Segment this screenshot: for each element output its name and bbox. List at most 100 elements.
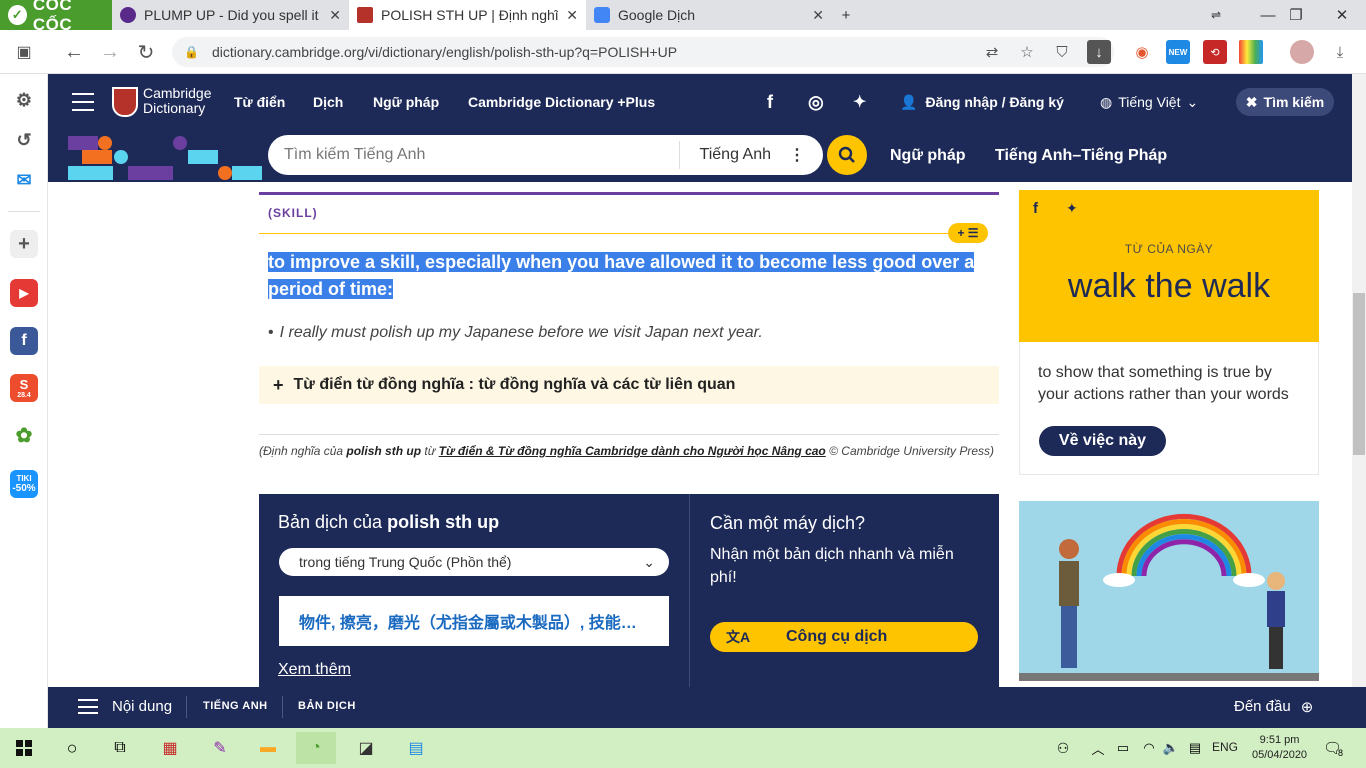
- notification-center-icon[interactable]: 🗨 8: [1316, 732, 1350, 764]
- google-translate-favicon-icon: [594, 7, 610, 23]
- credit-mid: từ: [421, 444, 439, 458]
- shield-icon[interactable]: ⛉: [1050, 40, 1074, 64]
- facebook-icon[interactable]: f: [10, 327, 38, 355]
- site-logo[interactable]: Cambridge Dictionary: [143, 86, 211, 116]
- close-tab-icon[interactable]: ✕: [812, 7, 824, 24]
- tray-chevron-up-icon[interactable]: ︿: [1086, 732, 1110, 764]
- close-tab-icon[interactable]: ✕: [566, 7, 578, 24]
- extension-new-icon[interactable]: NEW: [1166, 40, 1190, 64]
- messenger-icon[interactable]: ✉: [10, 166, 38, 194]
- tab-favicon-icon: [120, 7, 136, 23]
- search-input[interactable]: Tìm kiếm Tiếng Anh Tiếng Anh ⋮: [268, 135, 823, 175]
- clock-date: 05/04/2020: [1252, 749, 1308, 761]
- paint-app-icon[interactable]: ✎: [200, 732, 240, 764]
- contents-menu-icon[interactable]: [78, 699, 98, 714]
- shopee-bag-icon: S: [19, 377, 29, 392]
- shopee-icon[interactable]: S 28.4: [10, 374, 38, 402]
- new-tab-button[interactable]: +: [826, 0, 866, 30]
- extension-red-icon[interactable]: ⟲: [1203, 40, 1227, 64]
- thesaurus-expander[interactable]: + Từ điển từ đồng nghĩa : từ đồng nghĩa v…: [259, 366, 999, 404]
- tab-english[interactable]: TIẾNG ANH: [203, 700, 268, 712]
- youtube-icon[interactable]: ▶: [10, 279, 38, 307]
- sense-divider: [259, 233, 959, 234]
- download-page-icon[interactable]: ↓: [1087, 40, 1111, 64]
- logo-line-1: Cambridge: [143, 85, 212, 101]
- bookmark-star-icon[interactable]: ☆: [1015, 40, 1039, 64]
- tab-polish-sth-up[interactable]: POLISH STH UP | Định nghĩa t ✕: [349, 0, 586, 30]
- hamburger-menu-icon[interactable]: [72, 93, 94, 111]
- nav-plus[interactable]: Cambridge Dictionary +Plus: [468, 74, 655, 130]
- credit-divider: [259, 434, 999, 435]
- add-app-icon[interactable]: +: [10, 230, 38, 258]
- back-to-top-link[interactable]: Đến đầu ⊕: [1234, 698, 1313, 716]
- facebook-share-icon[interactable]: f: [1033, 200, 1038, 217]
- nav-tu-dien[interactable]: Từ điển: [234, 74, 285, 130]
- bar-divider: [282, 696, 283, 718]
- sidebar-toggle-icon[interactable]: ▣: [10, 38, 38, 66]
- volume-icon[interactable]: 🔈: [1158, 732, 1184, 764]
- cortana-search-icon[interactable]: ○: [52, 732, 92, 764]
- extension-grid-icon[interactable]: [1239, 40, 1263, 64]
- keyboard-icon[interactable]: ▤: [1182, 732, 1208, 764]
- input-language[interactable]: ENG: [1212, 740, 1238, 754]
- definition: to improve a skill, especially when you …: [268, 249, 988, 303]
- see-more-link[interactable]: Xem thêm: [278, 661, 351, 679]
- calculator-app-icon[interactable]: ▤: [396, 732, 436, 764]
- people-icon[interactable]: ⚇: [1048, 732, 1078, 764]
- profile-avatar[interactable]: [1290, 40, 1314, 64]
- tiki-icon[interactable]: TIKI -50%: [10, 470, 38, 498]
- file-explorer-icon[interactable]: ▬: [248, 732, 288, 764]
- downloads-icon[interactable]: ⤓: [1328, 40, 1352, 64]
- battery-icon[interactable]: ▭: [1110, 732, 1136, 764]
- facebook-icon[interactable]: f: [767, 74, 773, 130]
- windows-start-icon[interactable]: [4, 732, 44, 764]
- contents-label[interactable]: Nội dung: [112, 698, 172, 715]
- about-this-button[interactable]: Về việc này: [1039, 426, 1166, 456]
- task-view-icon[interactable]: ⧉: [100, 732, 140, 764]
- link-english-french[interactable]: Tiếng Anh–Tiếng Pháp: [995, 130, 1167, 182]
- system-clock[interactable]: 9:51 pm 05/04/2020: [1252, 733, 1307, 763]
- reload-button[interactable]: ↻: [132, 38, 160, 66]
- translate-tool-button[interactable]: 文A Công cụ dịch: [710, 622, 978, 652]
- maximize-button[interactable]: ❐: [1276, 0, 1316, 30]
- coccoc-leaf-icon[interactable]: ✿: [10, 421, 38, 449]
- nav-ngu-phap[interactable]: Ngữ pháp: [373, 74, 439, 130]
- search-toggle-label: Tìm kiếm: [1263, 94, 1325, 110]
- dictionary-selector[interactable]: Tiếng Anh ⋮: [678, 141, 823, 169]
- address-bar[interactable]: 🔒 dictionary.cambridge.org/vi/dictionary…: [172, 37, 1114, 67]
- translation-language-select[interactable]: trong tiếng Trung Quốc (Phồn thể) ⌄: [279, 548, 669, 576]
- instagram-icon[interactable]: ◎: [808, 74, 824, 130]
- settings-gear-icon[interactable]: ⚙: [10, 86, 38, 114]
- word-of-day-word[interactable]: walk the walk: [1019, 267, 1319, 306]
- sticky-notes-icon[interactable]: ◪: [346, 732, 386, 764]
- tab-list-icon[interactable]: ⇌: [1196, 0, 1236, 30]
- twitter-share-icon[interactable]: ✦: [1066, 200, 1078, 217]
- history-icon[interactable]: ↺: [10, 126, 38, 154]
- credit-source-link[interactable]: Từ điển & Từ đồng nghĩa Cambridge dành c…: [439, 444, 826, 458]
- add-to-wordlist-button[interactable]: + ☰: [948, 223, 988, 243]
- coccoc-taskbar-icon[interactable]: ◔: [296, 732, 336, 764]
- tab-google-dich[interactable]: Google Dịch ✕: [586, 0, 832, 30]
- taskbar-app-icon[interactable]: ▦: [150, 732, 190, 764]
- search-toggle-button[interactable]: ✖ Tìm kiếm: [1236, 88, 1334, 116]
- close-tab-icon[interactable]: ✕: [329, 7, 341, 24]
- search-button[interactable]: [827, 135, 867, 175]
- sidebar-divider: [8, 211, 40, 212]
- translate-page-icon[interactable]: ⇄: [980, 40, 1004, 64]
- tab-plump-up[interactable]: PLUMP UP - Did you spell it c ✕: [112, 0, 349, 30]
- credit-prefix: (Định nghĩa của: [259, 444, 347, 458]
- back-button[interactable]: ←: [60, 38, 88, 66]
- coccoc-menu-button[interactable]: ✓ CỐC CỐC: [0, 0, 112, 34]
- link-ngu-phap[interactable]: Ngữ pháp: [890, 130, 966, 182]
- scrollbar-thumb[interactable]: [1353, 293, 1365, 455]
- tool-text-2: phí!: [710, 569, 737, 586]
- nav-dich[interactable]: Dịch: [313, 74, 343, 130]
- cambridge-favicon-icon: [357, 7, 373, 23]
- twitter-icon[interactable]: ✦: [853, 74, 866, 130]
- login-link[interactable]: 👤 Đăng nhập / Đăng ký: [900, 74, 1064, 130]
- close-window-button[interactable]: ✕: [1322, 0, 1362, 30]
- forward-button[interactable]: →: [96, 38, 124, 66]
- extension-chrome-icon[interactable]: ◉: [1130, 40, 1154, 64]
- tab-translation[interactable]: BẢN DỊCH: [298, 700, 356, 712]
- language-selector[interactable]: ◍ Tiếng Việt ⌄: [1100, 74, 1198, 130]
